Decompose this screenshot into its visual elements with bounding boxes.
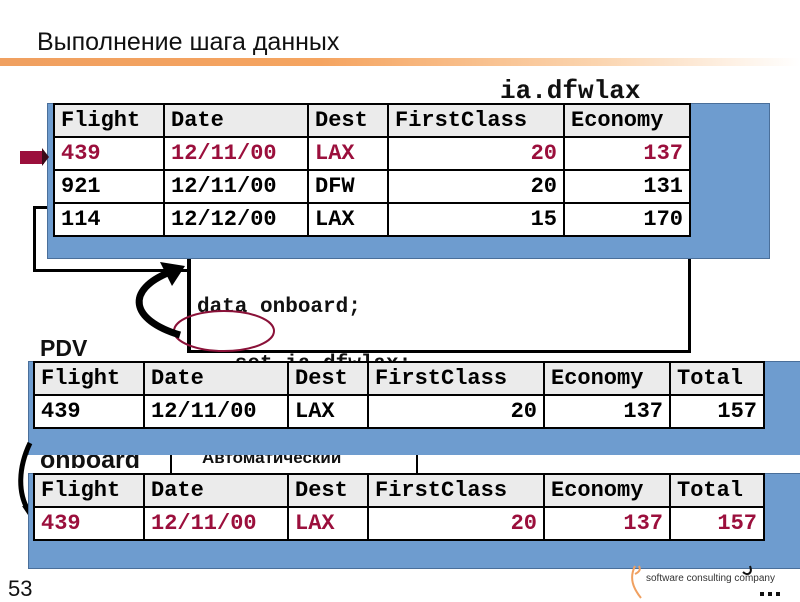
cell-date: 12/12/00 <box>163 202 309 237</box>
cell-economy: 137 <box>563 136 691 171</box>
cell-dest: LAX <box>307 136 389 171</box>
col-dest: Dest <box>307 103 389 138</box>
cell-firstclass: 20 <box>367 506 545 541</box>
output-dataset-table: Flight Date Dest FirstClass Economy Tota… <box>33 473 765 541</box>
cell-flight: 439 <box>33 394 145 429</box>
pdv-header-row: Flight Date Dest FirstClass Economy Tota… <box>33 361 765 396</box>
row-pointer-arrow-icon <box>20 148 49 166</box>
pdv-label: PDV <box>40 335 88 361</box>
cell-firstclass: 20 <box>367 394 545 429</box>
cell-date: 12/11/00 <box>143 394 289 429</box>
slide-number: 53 <box>8 576 33 601</box>
col-flight: Flight <box>33 473 145 508</box>
table-row: 439 12/11/00 LAX 20 137 <box>53 136 691 171</box>
output-dataset-label: onboard <box>40 455 140 473</box>
output-label-strip: onboard Автоматический <box>28 455 800 473</box>
col-firstclass: FirstClass <box>367 361 545 396</box>
cell-dest: DFW <box>307 169 389 204</box>
cell-flight: 439 <box>53 136 165 171</box>
cell-flight: 439 <box>33 506 145 541</box>
col-firstclass: FirstClass <box>367 473 545 508</box>
cell-dest: LAX <box>287 506 369 541</box>
cell-date: 12/11/00 <box>163 136 309 171</box>
pdv-table: Flight Date Dest FirstClass Economy Tota… <box>33 361 765 429</box>
col-firstclass: FirstClass <box>387 103 565 138</box>
cell-date: 12/11/00 <box>143 506 289 541</box>
input-dataset-name: ia.dfwlax <box>500 76 641 106</box>
col-date: Date <box>143 361 289 396</box>
cell-total: 157 <box>669 506 765 541</box>
cell-total: 157 <box>669 394 765 429</box>
col-dest: Dest <box>287 361 369 396</box>
col-date: Date <box>143 473 289 508</box>
col-dest: Dest <box>287 473 369 508</box>
col-flight: Flight <box>53 103 165 138</box>
table-row: 114 12/12/00 LAX 15 170 <box>53 202 691 237</box>
automatic-label: Автоматический <box>202 455 342 467</box>
table-row: 439 12/11/00 LAX 20 137 157 <box>33 506 765 541</box>
col-date: Date <box>163 103 309 138</box>
cell-dest: LAX <box>287 394 369 429</box>
col-total: Total <box>669 361 765 396</box>
cell-firstclass: 20 <box>387 136 565 171</box>
cell-flight: 114 <box>53 202 165 237</box>
col-economy: Economy <box>563 103 691 138</box>
input-header-row: Flight Date Dest FirstClass Economy <box>53 103 691 138</box>
output-header-row: Flight Date Dest FirstClass Economy Tota… <box>33 473 765 508</box>
cell-firstclass: 15 <box>387 202 565 237</box>
input-dataset-table: Flight Date Dest FirstClass Economy 439 … <box>53 103 691 237</box>
cell-flight: 921 <box>53 169 165 204</box>
cell-date: 12/11/00 <box>163 169 309 204</box>
run-highlight-ellipse <box>173 310 275 352</box>
cell-economy: 137 <box>543 506 671 541</box>
col-economy: Economy <box>543 361 671 396</box>
cell-economy: 170 <box>563 202 691 237</box>
table-row: 439 12/11/00 LAX 20 137 157 <box>33 394 765 429</box>
table-row: 921 12/11/00 DFW 20 131 <box>53 169 691 204</box>
col-economy: Economy <box>543 473 671 508</box>
col-total: Total <box>669 473 765 508</box>
automatic-label-box: Автоматический <box>170 455 418 473</box>
cell-economy: 131 <box>563 169 691 204</box>
cell-economy: 137 <box>543 394 671 429</box>
company-tagline: software consulting company <box>646 573 775 584</box>
cell-dest: LAX <box>307 202 389 237</box>
cell-firstclass: 20 <box>387 169 565 204</box>
col-flight: Flight <box>33 361 145 396</box>
